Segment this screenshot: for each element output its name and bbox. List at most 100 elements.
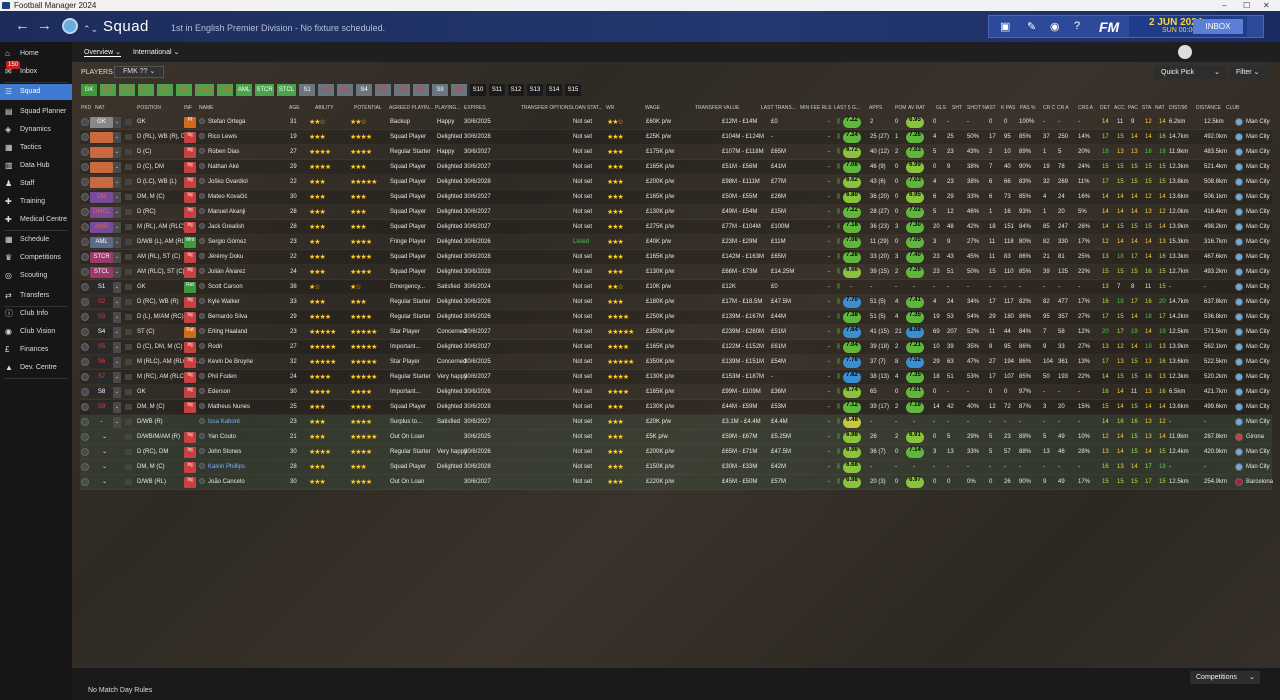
column-header[interactable]: PLAYING...	[435, 105, 460, 111]
column-header[interactable]: LAST 5 G...	[834, 105, 860, 111]
sidebar-item-club-info[interactable]: ⓘ Club Info	[0, 306, 72, 322]
column-header[interactable]: POTENTIAL	[354, 105, 382, 111]
pick-selector[interactable]: -	[90, 417, 113, 428]
sidebar-item-squad[interactable]: ☰ Squad	[0, 84, 72, 100]
select-checkbox[interactable]	[81, 148, 89, 156]
position-chip-dr[interactable]: DR	[100, 84, 116, 96]
table-row[interactable]: AML ⌄ D/WB (L), AM (RLC) Wnt Sergio Gómez 23 ★…	[80, 235, 1272, 250]
club-badge-icon[interactable]	[62, 18, 78, 34]
table-row[interactable]: ⌄ D/WB (RL) Inj João Cancelo 30 ★★★ ★★★★ Out On…	[80, 475, 1273, 490]
column-header[interactable]: TRANSFER VALUE	[695, 105, 739, 111]
column-header[interactable]: SHOT %	[967, 105, 987, 111]
club-name[interactable]: Man City	[1246, 419, 1270, 426]
club-name[interactable]: Man City	[1246, 359, 1270, 366]
player-name[interactable]: Jack Grealish	[208, 224, 244, 231]
pick-dropdown-icon[interactable]: ⌄	[113, 417, 121, 428]
position-chip-s8[interactable]: S8	[432, 84, 448, 96]
pick-selector[interactable]: S6	[90, 357, 113, 368]
table-row[interactable]: DL ⌄ D (LC), WB (L) Inj Joško Gvardiol 22 ★★★ ★…	[80, 175, 1272, 190]
table-row[interactable]: ⌄ DM, M (C) Inj Kalvin Phillips 28 ★★★ ★★★ Squa…	[80, 460, 1272, 475]
club-name[interactable]: Barcelona	[1246, 479, 1273, 486]
position-chip-gk[interactable]: GK	[81, 84, 97, 96]
player-name[interactable]: Joško Gvardiol	[208, 179, 248, 186]
table-row[interactable]: S8 ⌄ GK Inj Ederson 30 ★★★★ ★★★★ Important... Del…	[80, 385, 1272, 400]
column-header[interactable]: ACC	[1114, 105, 1125, 111]
pick-dropdown-icon[interactable]: ⌄	[113, 372, 121, 383]
club-name[interactable]: Man City	[1246, 254, 1270, 261]
position-chip-s6[interactable]: S6	[394, 84, 410, 96]
pick-dropdown-icon[interactable]: ⌄	[113, 282, 121, 293]
club-name[interactable]: Man City	[1246, 149, 1270, 156]
maximize-icon[interactable]: ☐	[1243, 0, 1250, 11]
column-header[interactable]: TRANSFER OPTIONS	[521, 105, 572, 111]
pick-dropdown-icon[interactable]: ⌄	[113, 327, 121, 338]
player-name[interactable]: Rúben Dias	[208, 149, 239, 156]
sidebar-item-transfers[interactable]: ⇄ Transfers	[0, 288, 72, 304]
position-chip-s5[interactable]: S5	[375, 84, 391, 96]
club-name[interactable]: Man City	[1246, 344, 1270, 351]
select-checkbox[interactable]	[81, 418, 89, 426]
select-checkbox[interactable]	[81, 133, 89, 141]
sidebar-item-training[interactable]: ✚ Training	[0, 194, 72, 210]
position-chip-dl[interactable]: DL	[157, 84, 173, 96]
pick-dropdown-icon[interactable]: ⌄	[113, 177, 121, 188]
select-checkbox[interactable]	[81, 283, 89, 291]
column-header[interactable]: NAT	[95, 105, 105, 111]
select-checkbox[interactable]	[81, 328, 89, 336]
table-row[interactable]: S2 ⌄ D (RC), WB (R) Inj Kyle Walker 33 ★★★ ★★★ R…	[80, 295, 1272, 310]
table-row[interactable]: AMR ⌄ M (RL), AM (RLC) Inj Jack Grealish 28 ★★…	[80, 220, 1272, 235]
pick-selector[interactable]: S2	[90, 297, 113, 308]
sidebar-item-squad-planner[interactable]: ▤ Squad Planner	[0, 104, 72, 120]
club-name[interactable]: Man City	[1246, 464, 1270, 471]
world-icon[interactable]: ◉	[1050, 20, 1060, 33]
player-name[interactable]: John Stones	[208, 449, 241, 456]
position-chip-aml[interactable]: AML	[236, 84, 252, 96]
club-name[interactable]: Girona	[1246, 434, 1264, 441]
table-row[interactable]: DCL ⌄ D (C), DM Inj Nathan Aké 29 ★★★★ ★★★ Squad…	[80, 160, 1272, 175]
player-name[interactable]: Matheus Nunes	[208, 404, 250, 411]
player-name[interactable]: Kyle Walker	[208, 299, 240, 306]
player-name[interactable]: Scott Carson	[208, 284, 243, 291]
position-chip-s9[interactable]: S9	[451, 84, 467, 96]
pick-selector[interactable]: S5	[90, 342, 113, 353]
select-checkbox[interactable]	[81, 358, 89, 366]
select-checkbox[interactable]	[81, 403, 89, 411]
pick-dropdown-icon[interactable]: ⌄	[113, 162, 121, 173]
table-row[interactable]: STCR ⌄ AM (RL), ST (C) Inj Jérémy Doku 22 ★★★ ★…	[80, 250, 1272, 265]
pick-selector[interactable]: AML	[90, 237, 113, 248]
forward-icon[interactable]: →	[37, 17, 52, 35]
table-row[interactable]: S5 ⌄ D (C), DM, M (C) Inj Rodri 27 ★★★★★ ★★★★★ I…	[80, 340, 1272, 355]
select-checkbox[interactable]	[81, 313, 89, 321]
table-row[interactable]: GK ⌄ GK Pt Stefan Ortega 31 ★★☆ ★★☆ Backup Happy 3…	[80, 115, 1272, 130]
table-row[interactable]: DMCL ⌄ D (RC) Inj Manuel Akanji 28 ★★★ ★★★ Squad…	[80, 205, 1272, 220]
pick-selector[interactable]: DMCL	[90, 207, 113, 218]
column-header[interactable]: PKD	[81, 105, 91, 111]
table-row[interactable]: STCL ⌄ AM (RLC), ST (C) Inj Julián Álvarez 24…	[80, 265, 1272, 280]
sidebar-item-dev-centre[interactable]: ▲ Dev. Centre	[0, 360, 72, 376]
pick-dropdown-icon[interactable]: ⌄	[113, 147, 121, 158]
fm-logo[interactable]: FM	[1099, 19, 1119, 35]
select-checkbox[interactable]	[81, 298, 89, 306]
column-header[interactable]: PAS %	[1020, 105, 1035, 111]
column-header[interactable]: AST	[986, 105, 996, 111]
column-header[interactable]: GLS	[936, 105, 946, 111]
club-name[interactable]: Man City	[1246, 404, 1270, 411]
back-icon[interactable]: ←	[15, 17, 30, 35]
position-chip-dcr[interactable]: DCR	[119, 84, 135, 96]
table-row[interactable]: ⌄ D (RC), DM Inj John Stones 30 ★★★★ ★★★★ Regul…	[80, 445, 1272, 460]
column-header[interactable]: DISTANCE	[1196, 105, 1221, 111]
pick-selector[interactable]: S9	[90, 402, 113, 413]
quick-pick-button[interactable]: Quick Pick ⌄	[1154, 66, 1226, 79]
table-row[interactable]: DR ⌄ D (RL), WB (R), DM Inj Rico Lewis 19 ★★★ ★…	[80, 130, 1272, 145]
column-header[interactable]: AGREED PLAYIN...	[389, 105, 433, 111]
club-name[interactable]: Man City	[1246, 119, 1270, 126]
position-chip-dm[interactable]: DM	[176, 84, 192, 96]
select-checkbox[interactable]	[81, 268, 89, 276]
tab-international[interactable]: International ⌄	[133, 48, 179, 56]
player-name[interactable]: Bernardo Silva	[208, 314, 247, 321]
sidebar-item-tactics[interactable]: ▦ Tactics	[0, 140, 72, 156]
position-chip-stcr[interactable]: STCR	[255, 84, 274, 96]
pick-dropdown-icon[interactable]: ⌄	[113, 222, 121, 233]
pick-selector[interactable]: DR	[90, 132, 113, 143]
column-header[interactable]: AGE	[289, 105, 300, 111]
